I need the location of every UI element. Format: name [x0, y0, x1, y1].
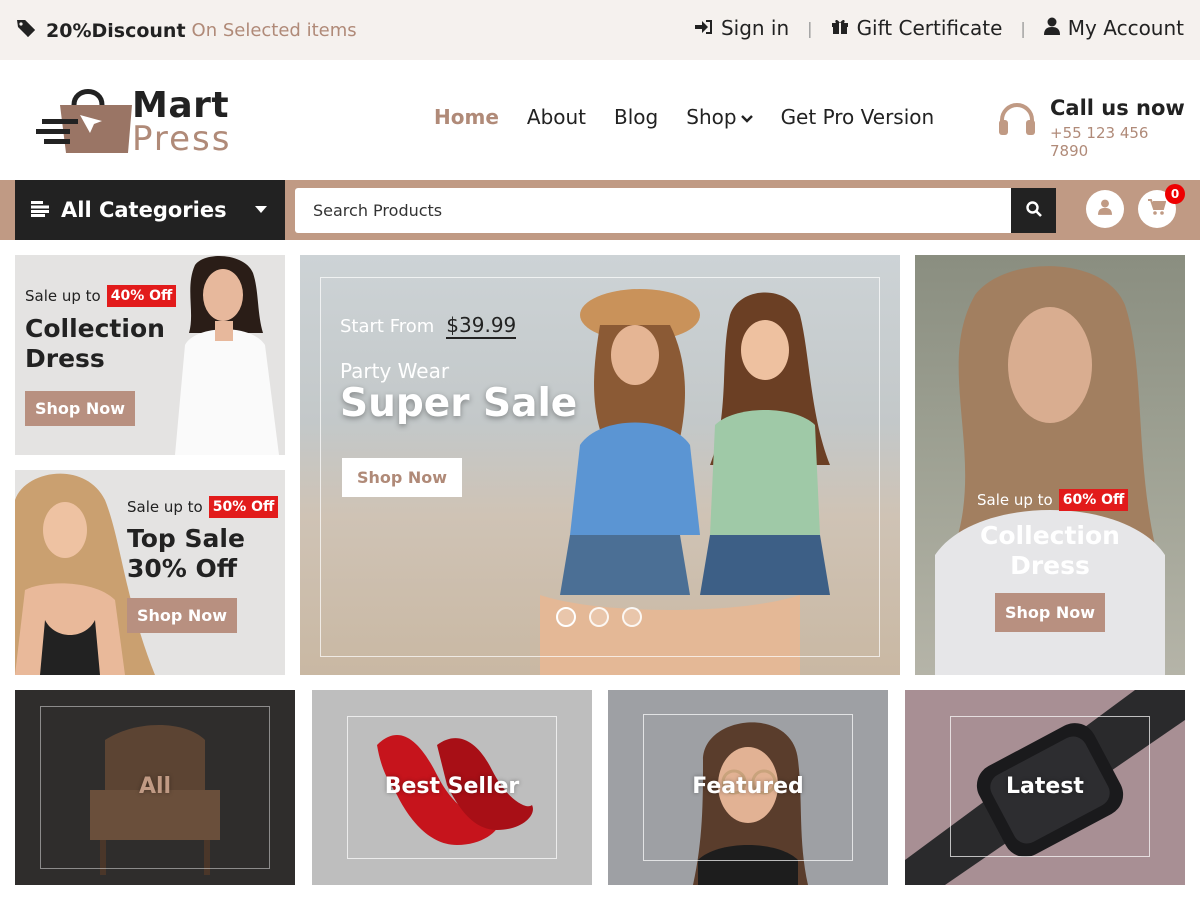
search-button[interactable] — [1011, 188, 1056, 233]
all-categories-label: All Categories — [61, 198, 227, 222]
call-us-phone[interactable]: +55 123 456 7890 — [1050, 124, 1188, 160]
separator: | — [1020, 18, 1026, 38]
category-tile-latest[interactable]: Latest — [905, 690, 1185, 885]
banner-title-line1: Collection — [980, 521, 1120, 550]
nav-shop-label: Shop — [686, 105, 737, 129]
nav-about[interactable]: About — [527, 105, 586, 129]
gift-certificate-link[interactable]: Gift Certificate — [831, 16, 1003, 40]
discount-badge: 50% Off — [208, 496, 279, 518]
shop-now-button[interactable]: Shop Now — [995, 593, 1105, 632]
all-categories-dropdown[interactable]: All Categories — [15, 180, 285, 240]
model-image — [175, 255, 279, 455]
slider-dot[interactable] — [556, 607, 576, 627]
promo-bold: 20%Discount — [46, 19, 186, 42]
promo-rest: On Selected items — [191, 20, 357, 41]
discount-badge: 40% Off — [106, 285, 177, 307]
gift-icon — [831, 16, 849, 40]
banner-title-line2: 30% Off — [127, 554, 238, 583]
tag-icon — [16, 18, 38, 43]
separator: | — [807, 18, 813, 38]
hero-start-from: Start From — [340, 316, 435, 337]
site-logo[interactable]: Mart Press — [34, 85, 244, 160]
shop-now-button[interactable]: Shop Now — [25, 391, 135, 426]
hero-title: Super Sale — [340, 381, 578, 426]
gift-certificate-label: Gift Certificate — [856, 16, 1003, 40]
caret-down-icon — [255, 202, 267, 218]
category-tile-all[interactable]: All — [15, 690, 295, 885]
sign-in-link[interactable]: Sign in — [694, 16, 790, 40]
slider-dot[interactable] — [622, 607, 642, 627]
bag-logo-icon — [36, 89, 132, 153]
user-icon — [1043, 16, 1060, 40]
tile-label: All — [138, 774, 172, 799]
menu-lines-icon — [31, 198, 49, 222]
chevron-down-icon — [740, 105, 753, 129]
hero-shop-now-button[interactable]: Shop Now — [342, 458, 462, 497]
banner-top-sale[interactable]: Sale up to 50% Off Top Sale 30% Off Shop… — [15, 470, 285, 675]
user-icon — [1098, 199, 1112, 219]
tile-label: Best Seller — [384, 774, 520, 799]
banner-title-line2: Dress — [25, 344, 105, 373]
banner-title-line2: Dress — [1010, 551, 1090, 580]
sale-prefix: Sale up to — [977, 491, 1053, 509]
nav-blog[interactable]: Blog — [614, 105, 658, 129]
banner-title-line1: Top Sale — [127, 524, 245, 553]
discount-badge: 60% Off — [1058, 489, 1129, 511]
shop-now-button[interactable]: Shop Now — [127, 598, 237, 633]
search-input[interactable] — [295, 188, 1011, 233]
top-links: Sign in | Gift Certificate | My Account — [694, 16, 1184, 40]
cart-count-badge: 0 — [1165, 184, 1185, 204]
site-header: Mart Press Home About Blog Shop Get Pro … — [0, 60, 1200, 180]
headset-icon — [998, 102, 1036, 142]
banner-collection-dress-left[interactable]: Sale up to 40% Off Collection Dress Shop… — [15, 255, 285, 455]
sale-prefix: Sale up to — [127, 498, 203, 516]
sign-in-label: Sign in — [720, 16, 790, 40]
sale-line: Sale up to 40% Off — [25, 285, 177, 307]
banner-collection-dress-right[interactable]: Sale up to 60% Off Collection Dress Shop… — [915, 255, 1185, 675]
nav-shop[interactable]: Shop — [686, 105, 753, 129]
call-us-block: Call us now +55 123 456 7890 — [998, 96, 1188, 160]
hero-subtitle: Party Wear — [340, 359, 450, 383]
search-bar: All Categories — [0, 180, 1200, 240]
nav-home[interactable]: Home — [434, 105, 499, 129]
search-icon — [1025, 200, 1042, 221]
hero-price: $39.99 — [446, 313, 517, 339]
my-account-link[interactable]: My Account — [1043, 16, 1184, 40]
slider-dot[interactable] — [589, 607, 609, 627]
sale-line: Sale up to 50% Off — [127, 496, 279, 518]
sale-line: Sale up to 60% Off — [977, 489, 1129, 511]
main-nav: Home About Blog Shop Get Pro Version — [434, 105, 934, 129]
sale-prefix: Sale up to — [25, 287, 101, 305]
sign-in-icon — [694, 16, 713, 40]
tile-label: Featured — [692, 774, 804, 799]
promo-text: 20%Discount On Selected items — [16, 18, 357, 43]
banner-title-line1: Collection — [25, 314, 165, 343]
hero-price-line: Start From $39.99 — [340, 313, 517, 339]
account-button[interactable] — [1086, 190, 1124, 228]
top-bar: 20%Discount On Selected items Sign in | … — [0, 0, 1200, 60]
tile-label: Latest — [1006, 774, 1084, 799]
hero-slider[interactable]: Start From $39.99 Party Wear Super Sale … — [300, 255, 900, 675]
slider-dots — [556, 607, 642, 627]
call-us-title: Call us now — [1050, 96, 1185, 120]
nav-get-pro[interactable]: Get Pro Version — [781, 105, 935, 129]
cart-icon — [1148, 199, 1167, 219]
my-account-label: My Account — [1067, 16, 1184, 40]
category-tile-featured[interactable]: Featured — [608, 690, 888, 885]
logo-text-press: Press — [132, 119, 232, 159]
category-tile-best-seller[interactable]: Best Seller — [312, 690, 592, 885]
